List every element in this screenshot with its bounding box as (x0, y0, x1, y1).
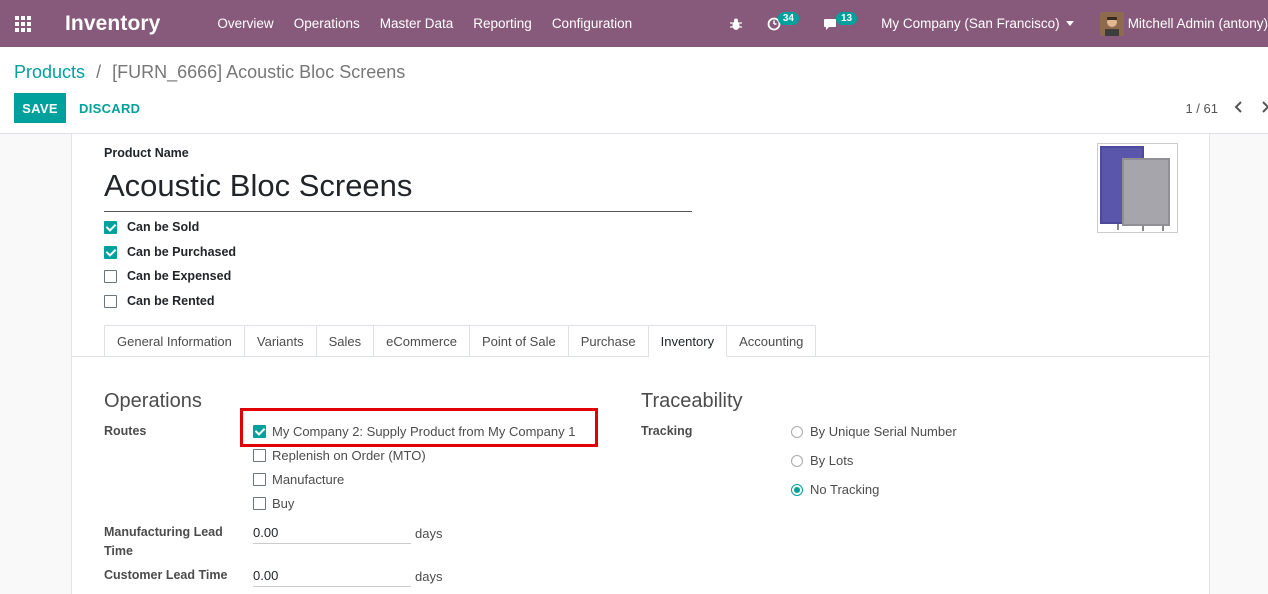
route-supply-label: My Company 2: Supply Product from My Com… (272, 424, 576, 439)
can-be-rented-row: Can be Rented (104, 294, 215, 308)
mfg-lead-time-input[interactable]: 0.00 (253, 522, 411, 544)
tracking-serial-radio[interactable] (791, 425, 803, 438)
breadcrumb: Products / [FURN_6666] Acoustic Bloc Scr… (14, 62, 405, 83)
chevron-down-icon[interactable] (1065, 21, 1074, 26)
tracking-lots-row: By Lots (791, 453, 853, 468)
tracking-lots-radio[interactable] (791, 454, 803, 467)
product-image[interactable] (1097, 143, 1178, 233)
bug-icon[interactable] (729, 17, 743, 31)
mfg-lead-time-label-line1: Manufacturing Lead (104, 525, 223, 539)
company-switcher[interactable]: My Company (San Francisco) (881, 16, 1060, 31)
apps-grid-icon[interactable] (0, 0, 46, 47)
can-be-purchased-label: Can be Purchased (127, 245, 237, 259)
product-name-label: Product Name (104, 146, 189, 160)
breadcrumb-current: [FURN_6666] Acoustic Bloc Screens (112, 62, 406, 82)
app-title[interactable]: Inventory (65, 12, 160, 36)
menu-configuration[interactable]: Configuration (542, 0, 642, 47)
tab-ecommerce[interactable]: eCommerce (374, 325, 470, 357)
can-be-expensed-label: Can be Expensed (127, 269, 232, 283)
mfg-lead-time-label: Manufacturing Lead Time (104, 523, 223, 561)
chevron-left-icon[interactable] (1229, 97, 1249, 117)
menu-overview[interactable]: Overview (207, 0, 283, 47)
can-be-purchased-checkbox[interactable] (104, 245, 117, 259)
tracking-serial-row: By Unique Serial Number (791, 424, 957, 439)
operations-title: Operations (104, 390, 202, 412)
tab-accounting[interactable]: Accounting (727, 325, 817, 357)
tab-sales[interactable]: Sales (316, 325, 375, 357)
tab-inventory[interactable]: Inventory (648, 325, 728, 357)
mfg-lead-time-unit: days (415, 526, 443, 541)
route-manufacture-checkbox[interactable] (253, 473, 266, 486)
chevron-right-icon[interactable] (1255, 97, 1268, 117)
messages-button[interactable]: 13 (823, 12, 858, 31)
route-manufacture-row: Manufacture (253, 472, 344, 487)
menu-reporting[interactable]: Reporting (463, 0, 542, 47)
breadcrumb-products[interactable]: Products (14, 62, 85, 82)
route-mto-checkbox[interactable] (253, 449, 266, 462)
tracking-lots-label: By Lots (810, 453, 854, 468)
can-be-sold-label: Can be Sold (127, 220, 200, 234)
tracking-none-radio[interactable] (791, 483, 803, 496)
mfg-lead-time-label-line2: Time (104, 544, 133, 558)
route-buy-checkbox[interactable] (253, 497, 266, 510)
route-supply-checkbox[interactable] (253, 425, 266, 438)
menu-operations[interactable]: Operations (284, 0, 370, 47)
form-sheet: Product Name Acoustic Bloc Screens Can b… (71, 134, 1210, 594)
activity-button[interactable]: 34 (767, 12, 799, 31)
menu-master-data[interactable]: Master Data (370, 0, 464, 47)
discard-button[interactable]: DISCARD (79, 93, 140, 123)
can-be-purchased-row: Can be Purchased (104, 245, 236, 259)
can-be-rented-label: Can be Rented (127, 294, 215, 308)
product-name-input[interactable]: Acoustic Bloc Screens (104, 166, 692, 212)
can-be-sold-checkbox[interactable] (104, 220, 117, 234)
can-be-sold-row: Can be Sold (104, 220, 199, 234)
traceability-title: Traceability (641, 390, 743, 412)
customer-lead-time-input[interactable]: 0.00 (253, 565, 411, 587)
customer-lead-time-unit: days (415, 569, 443, 584)
tracking-none-row: No Tracking (791, 482, 879, 497)
can-be-expensed-checkbox[interactable] (104, 269, 117, 283)
route-supply-row: My Company 2: Supply Product from My Com… (253, 424, 575, 439)
breadcrumb-separator: / (96, 62, 102, 82)
tab-purchase[interactable]: Purchase (568, 325, 649, 357)
save-button[interactable]: SAVE (14, 93, 66, 123)
can-be-expensed-row: Can be Expensed (104, 269, 231, 283)
tab-point-of-sale[interactable]: Point of Sale (469, 325, 569, 357)
tracking-none-label: No Tracking (810, 482, 880, 497)
notebook-tabs: General Information Variants Sales eComm… (104, 325, 817, 357)
user-menu[interactable]: Mitchell Admin (antony) (1128, 16, 1268, 31)
route-manufacture-label: Manufacture (272, 472, 345, 487)
route-buy-label: Buy (272, 496, 295, 511)
activity-badge: 34 (777, 12, 799, 25)
route-mto-row: Replenish on Order (MTO) (253, 448, 426, 463)
tab-variants[interactable]: Variants (244, 325, 317, 357)
tracking-serial-label: By Unique Serial Number (810, 424, 957, 439)
customer-lead-time-label: Customer Lead Time (104, 568, 228, 582)
route-mto-label: Replenish on Order (MTO) (272, 448, 426, 463)
main-menu: Overview Operations Master Data Reportin… (207, 0, 642, 47)
can-be-rented-checkbox[interactable] (104, 294, 117, 308)
messages-badge: 13 (836, 12, 858, 25)
top-navbar: Inventory Overview Operations Master Dat… (0, 0, 1268, 47)
tracking-label: Tracking (641, 424, 693, 438)
routes-label: Routes (104, 424, 147, 438)
route-buy-row: Buy (253, 496, 294, 511)
control-panel: Products / [FURN_6666] Acoustic Bloc Scr… (0, 47, 1268, 134)
tab-general-information[interactable]: General Information (104, 325, 245, 357)
avatar[interactable] (1099, 11, 1124, 36)
pager-value[interactable]: 1 / 61 (1185, 101, 1218, 116)
